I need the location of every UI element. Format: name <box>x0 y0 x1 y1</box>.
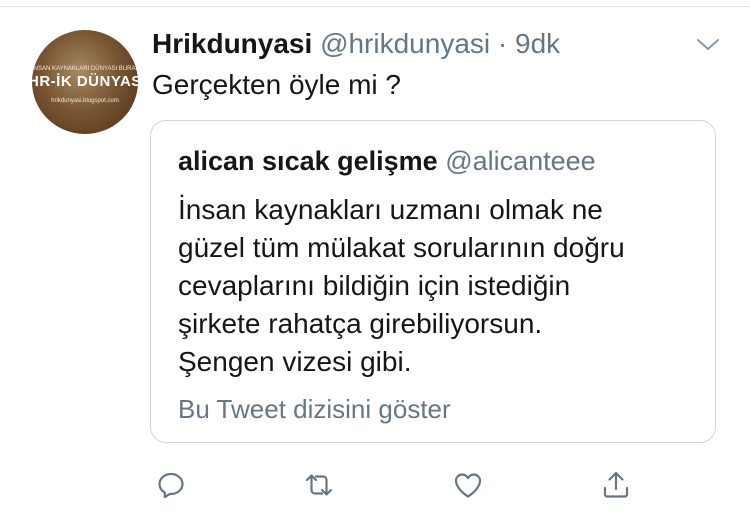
header-separator: · <box>497 28 508 59</box>
avatar-url-text: hrikdunyasi.blogspot.com <box>51 98 119 104</box>
tweet-text: Gerçekten öyle mi ? <box>152 69 401 100</box>
retweet-button[interactable] <box>302 468 336 502</box>
tweet-menu-button[interactable] <box>695 34 721 54</box>
author-handle[interactable]: @hrikdunyasi <box>320 28 490 59</box>
quoted-text-line: İnsan kaynakları uzmanı olmak ne <box>178 194 603 225</box>
quoted-text-line: güzel tüm mülakat sorularının doğru <box>178 232 625 263</box>
avatar[interactable]: İNSAN KAYNAKLARI DÜNYASI BURADA HR-İK DÜ… <box>32 30 138 134</box>
chevron-down-icon <box>697 39 719 50</box>
retweet-icon <box>305 474 333 496</box>
reply-button[interactable] <box>154 468 188 502</box>
heart-icon <box>454 473 482 498</box>
quoted-text-line: Şengen vizesi gibi. <box>178 346 412 377</box>
tweet-timestamp[interactable]: 9dk <box>515 28 560 59</box>
share-button[interactable] <box>599 468 633 502</box>
quoted-text-line: şirkete rahatça girebiliyorsun. <box>178 308 543 339</box>
quoted-tweet-text: İnsan kaynakları uzmanı olmak ne güzel t… <box>178 191 698 381</box>
avatar-brand-text: HR-İK DÜNYASI <box>32 73 138 90</box>
author-name[interactable]: Hrikdunyasi <box>152 28 312 59</box>
show-thread-link[interactable]: Bu Tweet dizisini göster <box>178 393 451 425</box>
tweet-header: Hrikdunyasi @hrikdunyasi · 9dk <box>152 28 560 60</box>
reply-icon <box>158 472 184 499</box>
like-button[interactable] <box>451 468 485 502</box>
quoted-author-name: alican sıcak gelişme <box>178 146 438 176</box>
avatar-top-text: İNSAN KAYNAKLARI DÜNYASI BURADA <box>32 66 138 72</box>
quoted-tweet[interactable]: alican sıcak gelişme @alicanteee İnsan k… <box>150 120 716 443</box>
quoted-tweet-header: alican sıcak gelişme @alicanteee <box>178 145 596 177</box>
share-icon <box>603 471 629 498</box>
quoted-author-handle: @alicanteee <box>445 146 596 176</box>
quoted-text-line: cevaplarını bildiğin için istediğin <box>178 270 571 301</box>
top-divider <box>0 0 750 7</box>
